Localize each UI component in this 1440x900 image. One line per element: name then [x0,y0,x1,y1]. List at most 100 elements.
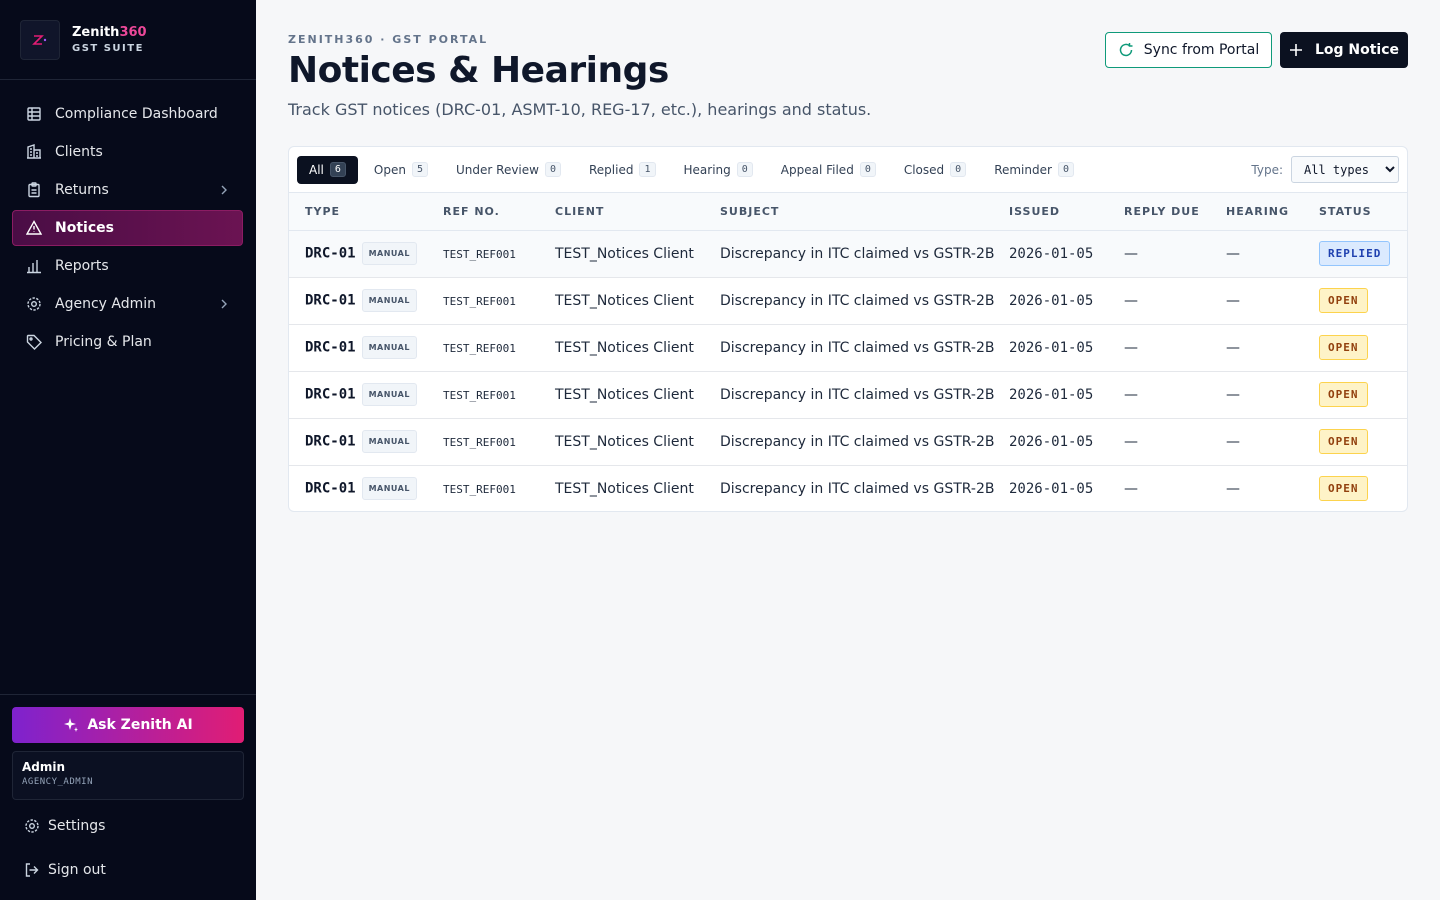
column-header[interactable]: REPLY DUE [1124,193,1226,231]
hearing-cell: — [1226,277,1319,325]
tab-replied[interactable]: Replied 1 [577,156,668,184]
hearing-cell: — [1226,418,1319,466]
type-select[interactable]: All types [1291,156,1399,183]
tab-open[interactable]: Open 5 [362,156,440,184]
tab-closed[interactable]: Closed 0 [892,156,978,184]
reply-due-cell: — [1124,230,1226,278]
tab-count: 0 [950,162,967,177]
clipboard-icon [25,181,43,199]
table-row[interactable]: DRC-01 MANUAL TEST_REF001 TEST_Notices Clie… [289,465,1407,511]
subject-cell: Discrepancy in ITC claimed vs GSTR-2B [720,230,1009,278]
sidebar-item-compliance-dashboard[interactable]: Compliance Dashboard [12,96,243,132]
type-cell: DRC-01 MANUAL [289,324,443,372]
sidebar-footer: Ask Zenith AI Admin AGENCY_ADMIN Setting… [0,694,256,892]
sidebar-item-reports[interactable]: Reports [12,248,243,284]
ai-button-label: Ask Zenith AI [87,717,193,733]
tab-all[interactable]: All 6 [297,155,358,184]
hearing-cell: — [1226,324,1319,372]
type-cell: DRC-01 MANUAL [289,465,443,511]
tab-appeal-filed[interactable]: Appeal Filed 0 [769,156,888,184]
sync-from-portal-button[interactable]: Sync from Portal [1105,32,1272,68]
table-row[interactable]: DRC-01 MANUAL TEST_REF001 TEST_Notices Clie… [289,371,1407,419]
user-card[interactable]: Admin AGENCY_ADMIN [12,751,244,800]
column-header[interactable]: ISSUED [1009,193,1124,231]
column-header[interactable]: CLIENT [555,193,720,231]
type-cell: DRC-01 MANUAL [289,418,443,466]
issued-cell: 2026-01-05 [1009,418,1124,466]
notices-table: TYPE REF NO. CLIENT SUBJECT ISSUED REPLY… [289,193,1407,511]
settings-link[interactable]: Settings [12,804,244,848]
settings-label: Settings [48,818,106,834]
subject-cell: Discrepancy in ITC claimed vs GSTR-2B [720,371,1009,419]
sidebar-item-label: Notices [55,220,114,236]
column-header[interactable]: TYPE [289,193,443,231]
ref-number: TEST_REF001 [443,482,516,496]
brand[interactable]: Zenith360 GST SUITE [0,0,256,80]
sidebar-nav: Compliance Dashboard Clients Returns Not… [12,96,243,362]
page-title: Notices & Hearings [288,50,669,91]
subject-cell: Discrepancy in ITC claimed vs GSTR-2B [720,418,1009,466]
status-cell: OPEN [1319,277,1407,325]
tab-count: 0 [859,162,876,177]
sidebar-item-label: Pricing & Plan [55,334,152,350]
table-row[interactable]: DRC-01 MANUAL TEST_REF001 TEST_Notices Clie… [289,418,1407,466]
sync-label: Sync from Portal [1143,42,1260,58]
brand-subtitle: GST SUITE [72,43,144,54]
hearing-cell: — [1226,230,1319,278]
tab-reminder[interactable]: Reminder 0 [982,156,1086,184]
gear-icon [25,295,43,313]
status-badge: OPEN [1319,429,1368,454]
sign-out-link[interactable]: Sign out [12,848,244,892]
column-header[interactable]: STATUS [1319,193,1407,231]
breadcrumb: ZENITH360 · GST PORTAL [288,33,489,46]
source-badge: MANUAL [361,242,417,265]
ref-cell: TEST_REF001 [443,230,555,278]
ref-cell: TEST_REF001 [443,371,555,419]
tab-hearing[interactable]: Hearing 0 [672,156,765,184]
status-cell: OPEN [1319,465,1407,511]
source-badge: MANUAL [361,336,417,359]
notice-type: DRC-01 [305,292,356,309]
tab-under-review[interactable]: Under Review 0 [444,156,573,184]
sidebar-item-pricing-plan[interactable]: Pricing & Plan [12,324,243,360]
notice-type: DRC-01 [305,245,356,262]
reply-due-cell: — [1124,480,1138,497]
ref-cell: TEST_REF001 [443,418,555,466]
status-cell: OPEN [1319,371,1407,419]
ref-number: TEST_REF001 [443,294,516,308]
ref-number: TEST_REF001 [443,435,516,449]
user-role: AGENCY_ADMIN [22,777,94,787]
subject-cell: Discrepancy in ITC claimed vs GSTR-2B [720,480,995,497]
sparkle-icon [64,718,79,732]
refresh-icon [1119,43,1133,57]
sidebar-item-agency-admin[interactable]: Agency Admin [12,286,243,322]
building-icon [25,143,43,161]
gear-icon [24,818,40,834]
notice-type: DRC-01 [305,339,356,356]
status-tabs: All 6 Open 5 Under Review 0 Replied 1 Hearin… [289,147,1407,193]
ask-zenith-ai-button[interactable]: Ask Zenith AI [12,707,244,743]
column-header[interactable]: SUBJECT [720,193,1009,231]
client-cell: TEST_Notices Client [555,277,720,325]
source-badge: MANUAL [361,430,417,453]
sign-out-label: Sign out [48,862,106,878]
table-row[interactable]: DRC-01 MANUAL TEST_REF001 TEST_Notices Clie… [289,277,1407,325]
status-cell: REPLIED [1319,230,1407,278]
tab-count: 5 [411,162,429,177]
ref-number: TEST_REF001 [443,388,516,402]
chevron-right-icon [218,183,230,201]
sidebar-item-notices[interactable]: Notices [12,210,243,246]
table-row[interactable]: DRC-01 MANUAL TEST_REF001 TEST_Notices Clie… [289,324,1407,372]
sidebar-item-clients[interactable]: Clients [12,134,243,170]
table-row[interactable]: DRC-01 MANUAL TEST_REF001 TEST_Notices Clie… [289,230,1407,278]
column-header[interactable]: REF NO. [443,193,555,231]
column-header[interactable]: HEARING [1226,193,1319,231]
reply-due-cell: — [1124,418,1226,466]
issued-cell: 2026-01-05 [1009,480,1094,497]
issued-cell: 2026-01-05 [1009,230,1124,278]
status-badge: OPEN [1319,335,1368,360]
sidebar-item-returns[interactable]: Returns [12,172,243,208]
log-notice-button[interactable]: Log Notice [1280,32,1408,68]
ref-cell: TEST_REF001 [443,465,555,511]
tab-count: 6 [329,162,346,177]
